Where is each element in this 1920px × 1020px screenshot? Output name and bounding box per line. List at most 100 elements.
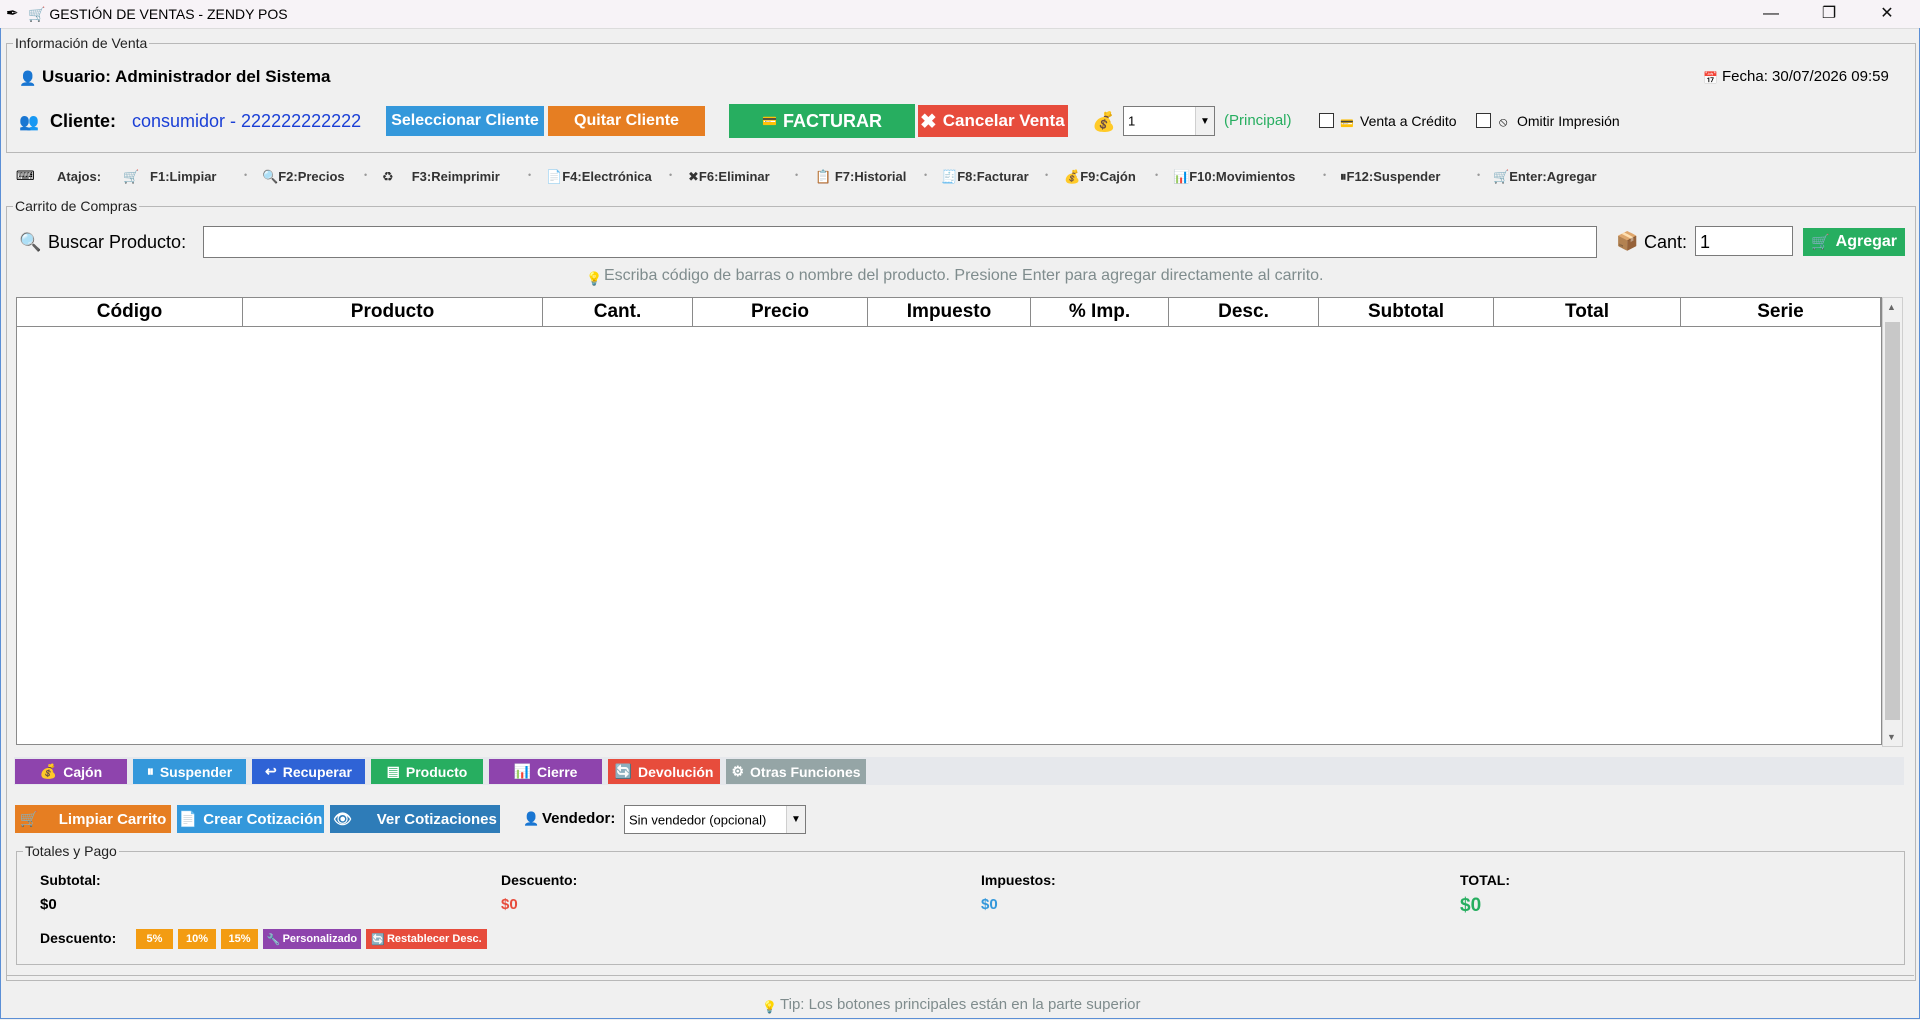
add-button[interactable]: 🛒 Agregar (1803, 228, 1905, 256)
eye-icon: 👁 (333, 811, 353, 828)
prohibited-icon: ⦸ (1499, 114, 1508, 129)
shortcut-movements-label: F10:Movimientos (1189, 169, 1296, 184)
keyboard-icon: ⌨ (16, 168, 35, 183)
title-bar: ✒ 🛒 GESTIÓN DE VENTAS - ZENDY POS — ❐ ✕ (0, 0, 1920, 29)
search-label: Buscar Producto: (48, 232, 187, 252)
gear-icon: ⚙ (731, 763, 745, 779)
drawer-button[interactable]: 💰 Cajón (15, 759, 127, 784)
cart-scrollbar[interactable]: ▲ ▼ (1882, 297, 1903, 747)
qty-input[interactable]: 1 (1695, 226, 1793, 256)
shortcut-suspend: ⏸F12:Suspender (1340, 169, 1440, 185)
shortcut-clear-label: F1:Limpiar (150, 169, 217, 184)
return-button[interactable]: 🔄 Devolución (608, 759, 720, 784)
date-label: Fecha: 30/07/2026 09:59 (1722, 68, 1889, 85)
column-header-product[interactable]: Producto (243, 298, 543, 326)
column-header-discount[interactable]: Desc. (1169, 298, 1319, 326)
discount-value: $0 (501, 896, 518, 913)
scroll-thumb[interactable] (1885, 322, 1900, 720)
column-header-total[interactable]: Total (1494, 298, 1681, 326)
view-quotes-label: Ver Cotizaciones (376, 810, 497, 828)
column-header-qty[interactable]: Cant. (543, 298, 693, 326)
shortcut-drawer: 💰F9:Cajón (1064, 169, 1136, 185)
shortcut-reprint: ♻ F3:Reimprimir (382, 169, 500, 185)
column-header-tax[interactable]: Impuesto (868, 298, 1031, 326)
shortcut-clear: 🛒 F1:Limpiar (123, 169, 217, 185)
create-quote-button[interactable]: 📄 Crear Cotización (177, 805, 324, 833)
shortcuts-label: Atajos: (57, 169, 102, 184)
document-icon: 📄 (546, 169, 563, 184)
chart-icon: 📊 (513, 763, 531, 779)
cart-icon: 🛒 (19, 811, 39, 828)
cart-add-icon: 🛒 (1493, 169, 1510, 184)
omit-print-checkbox[interactable] (1476, 113, 1491, 128)
shortcut-add-label: Enter:Agregar (1509, 169, 1597, 184)
chart-icon: 📊 (1173, 169, 1190, 184)
close-window-button[interactable]: ✕ (1858, 0, 1916, 28)
discount-15-button[interactable]: 15% (221, 929, 258, 949)
custom-discount-button[interactable]: 🔧 Personalizado (263, 929, 361, 949)
wrench-icon: 🔧 (266, 933, 281, 946)
separator-dot: • (1045, 170, 1049, 180)
column-header-tax-percent[interactable]: % Imp. (1031, 298, 1169, 326)
separator-dot: • (528, 170, 532, 180)
column-header-code[interactable]: Código (17, 298, 243, 326)
clients-icon: 👥 (19, 114, 39, 131)
card-icon: 💳 (1340, 118, 1354, 130)
other-functions-button[interactable]: ⚙ Otras Funciones (726, 759, 866, 784)
user-icon: 👤 (523, 811, 540, 826)
subtotal-label: Subtotal: (40, 872, 101, 888)
close-register-button[interactable]: 📊 Cierre (489, 759, 602, 784)
seller-label: Vendedor: (542, 810, 616, 827)
remove-client-button[interactable]: Quitar Cliente (548, 106, 705, 136)
recover-button[interactable]: ↩ Recuperar (252, 759, 365, 784)
lightbulb-icon: 💡 (762, 1000, 777, 1014)
subtotal-value: $0 (40, 896, 57, 913)
discount-5-button[interactable]: 5% (136, 929, 173, 949)
magnifier-icon: 🔍 (262, 169, 279, 184)
clear-cart-button[interactable]: 🛒 Limpiar Carrito (15, 805, 171, 833)
clear-cart-label: Limpiar Carrito (58, 810, 167, 828)
separator-dot: • (1477, 170, 1481, 180)
suspend-button[interactable]: ⏸ Suspender (133, 759, 246, 784)
shortcut-prices-label: F2:Precios (278, 169, 345, 184)
discount-10-button[interactable]: 10% (178, 929, 216, 949)
feather-app-icon: ✒ (6, 5, 19, 22)
invoice-button[interactable]: 💳 FACTURAR (729, 104, 915, 138)
reset-discount-label: Restablecer Desc. (386, 933, 482, 945)
product-button[interactable]: ▤ Producto (371, 759, 483, 784)
credit-sale-checkbox[interactable] (1319, 113, 1334, 128)
scroll-up-icon[interactable]: ▲ (1887, 302, 1896, 312)
column-header-price[interactable]: Precio (693, 298, 868, 326)
minimize-button[interactable]: — (1742, 0, 1800, 28)
scroll-down-icon[interactable]: ▼ (1887, 732, 1896, 742)
cart-table[interactable]: Código Producto Cant. Precio Impuesto % … (16, 297, 1882, 745)
shortcut-history-label: F7:Historial (834, 169, 907, 184)
footer-tip: Tip: Los botones principales están en la… (780, 996, 1141, 1013)
search-input[interactable] (203, 226, 1597, 258)
view-quotes-button[interactable]: 👁 Ver Cotizaciones (330, 805, 500, 833)
client-value: consumidor - 222222222222 (132, 111, 362, 131)
create-quote-label: Crear Cotización (203, 810, 323, 828)
separator-dot: • (924, 170, 928, 180)
cart-legend: Carrito de Compras (13, 198, 140, 214)
total-label: TOTAL: (1460, 872, 1511, 888)
register-value: 1 (1128, 113, 1136, 129)
shortcut-electronic-label: F4:Electrónica (562, 169, 652, 184)
cancel-sale-button[interactable]: ✖ Cancelar Venta (918, 105, 1068, 137)
register-select[interactable]: 1 ▼ (1123, 106, 1215, 136)
suspend-label: Suspender (159, 763, 233, 780)
remove-client-label: Quitar Cliente (574, 112, 679, 129)
maximize-button[interactable]: ❐ (1800, 0, 1858, 28)
select-client-label: Seleccionar Cliente (391, 112, 539, 129)
seller-value: Sin vendedor (opcional) (629, 812, 767, 827)
shortcut-delete: ✖F6:Eliminar (688, 169, 770, 185)
totals-legend: Totales y Pago (23, 843, 119, 859)
column-header-serial[interactable]: Serie (1681, 298, 1881, 326)
reset-discount-button[interactable]: 🔄 Restablecer Desc. (366, 929, 487, 949)
select-client-button[interactable]: Seleccionar Cliente (386, 106, 544, 136)
seller-select[interactable]: Sin vendedor (opcional) ▼ (624, 805, 806, 834)
column-header-subtotal[interactable]: Subtotal (1319, 298, 1494, 326)
sale-info-legend: Información de Venta (13, 35, 150, 51)
x-icon: ✖ (688, 169, 699, 184)
recover-label: Recuperar (282, 763, 352, 780)
